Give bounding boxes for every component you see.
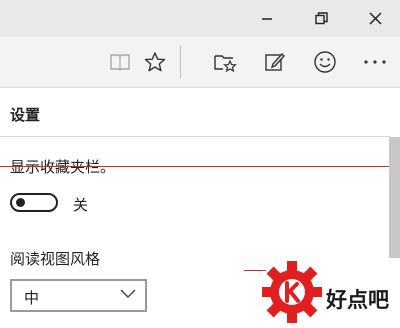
favorites-bar-toggle[interactable] [10, 193, 58, 212]
panel-scrollbar[interactable] [389, 137, 400, 258]
hub-favorites-icon [214, 55, 237, 73]
feedback-smiley-icon [314, 51, 336, 73]
gear-logo-icon [262, 261, 322, 323]
reading-view-icon [110, 54, 130, 71]
restore-button[interactable] [294, 0, 348, 37]
restore-icon [314, 12, 328, 25]
minimize-button[interactable] [240, 0, 294, 37]
browser-toolbar [0, 37, 400, 88]
feedback-button[interactable] [305, 37, 345, 87]
settings-divider [0, 136, 390, 137]
reading-style-select[interactable]: 中 [10, 279, 147, 312]
settings-title: 设置 [10, 106, 41, 124]
watermark: 好点吧 [262, 256, 400, 328]
close-button[interactable] [348, 0, 400, 37]
title-bar [0, 0, 400, 37]
reading-style-value: 中 [24, 289, 40, 307]
more-icon [364, 60, 386, 64]
add-favorite-button[interactable] [135, 37, 175, 87]
reading-style-label: 阅读视图风格 [10, 250, 101, 268]
more-button[interactable] [355, 37, 395, 87]
watermark-text: 好点吧 [326, 288, 389, 312]
close-icon [368, 12, 382, 25]
toggle-knob [16, 198, 25, 207]
hub-button[interactable] [205, 37, 245, 87]
toolbar-separator [180, 45, 181, 78]
web-note-icon [265, 52, 285, 71]
toggle-state-label: 关 [73, 196, 89, 214]
chevron-down-icon [120, 289, 136, 298]
minimize-icon [262, 17, 272, 20]
web-note-button[interactable] [255, 37, 295, 87]
reading-view-button[interactable] [100, 37, 140, 87]
favorite-star-icon [144, 52, 166, 72]
annotation-line [0, 166, 400, 167]
